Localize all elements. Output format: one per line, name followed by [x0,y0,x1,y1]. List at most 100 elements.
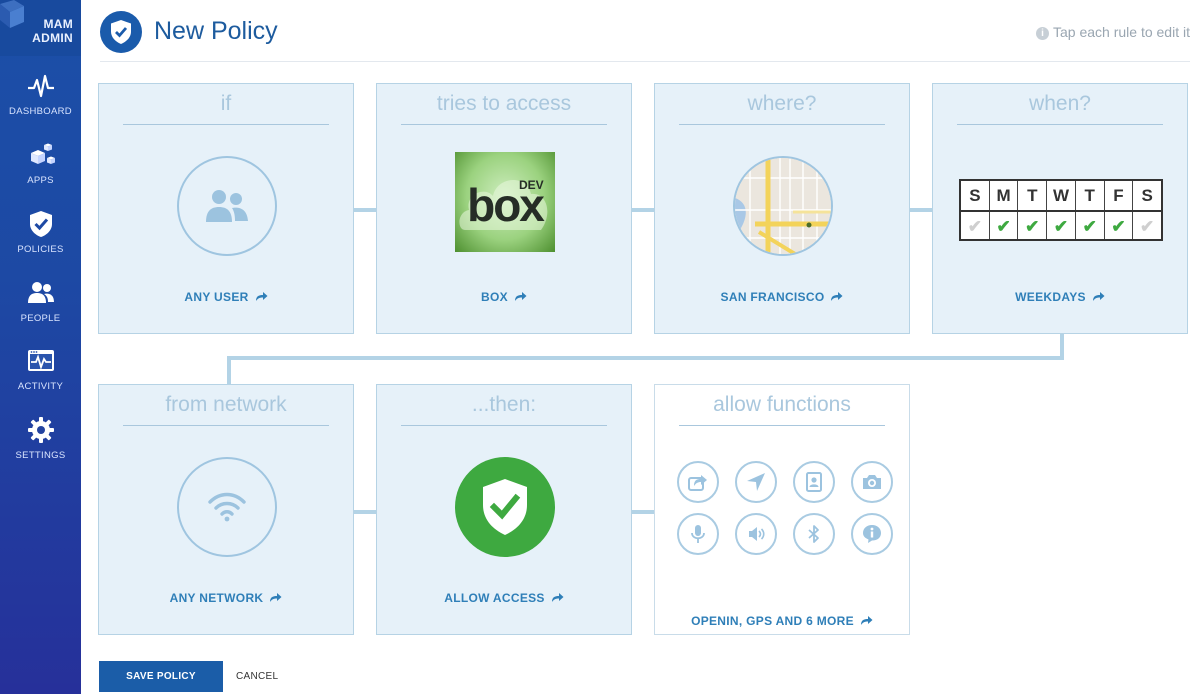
share-arrow-icon [255,292,268,301]
open-in-icon[interactable] [677,461,719,503]
nav-apps-label: APPS [27,175,54,186]
calendar-day-row: SMTWTFS [961,181,1161,210]
card-title: where? [747,92,817,115]
rule-card-network[interactable]: from network ANY NETWORK [98,384,354,635]
rule-card-location[interactable]: where? SAN FRANCISCO [654,83,910,334]
speaker-icon[interactable] [735,513,777,555]
calendar-day-0: S [969,186,981,205]
network-circle [177,457,277,557]
rule-card-app[interactable]: tries to access box DEV BOX [376,83,632,334]
nav-dashboard-label: DASHBOARD [9,106,72,117]
allow-badge [455,457,555,557]
connector [1060,333,1064,357]
gps-icon[interactable] [735,461,777,503]
rule-card-schedule[interactable]: when? SMTWTFS ✔ ✔ ✔ ✔ ✔ ✔ ✔ WEEKDAYS [932,83,1188,334]
calendar-check-row: ✔ ✔ ✔ ✔ ✔ ✔ ✔ [961,210,1161,239]
calendar-day-6: S [1132,181,1161,210]
monitor-activity-icon [27,350,54,371]
contacts-icon[interactable] [793,461,835,503]
card-label: SAN FRANCISCO [720,290,825,304]
page-header: New Policy i Tap each rule to edit it [100,0,1190,62]
share-arrow-icon [1092,292,1105,301]
nav-people[interactable]: PEOPLE [0,279,81,345]
page-title: New Policy [154,17,278,45]
connector [227,356,1064,360]
rule-card-action[interactable]: ...then: ALLOW ACCESS [376,384,632,635]
map-icon [735,158,831,254]
nav-settings[interactable]: SETTINGS [0,416,81,482]
divider [679,425,885,426]
cancel-button[interactable]: CANCEL [236,671,278,682]
weekday-calendar: SMTWTFS ✔ ✔ ✔ ✔ ✔ ✔ ✔ [959,179,1163,241]
check-icon: ✔ [1132,212,1161,239]
connector [632,510,655,514]
divider [123,124,329,125]
card-title: if [220,92,232,115]
gear-icon [27,417,54,443]
card-title: when? [1029,92,1091,115]
check-icon: ✔ [1074,212,1104,239]
share-arrow-icon [860,616,873,625]
card-label: BOX [481,290,508,304]
wifi-icon [208,492,246,522]
connector [632,208,655,212]
box-app-logo: box DEV [455,152,555,252]
brand-line1: MAM [43,17,73,31]
brand: MAM ADMIN [0,0,81,56]
divider [123,425,329,426]
save-policy-button[interactable]: SAVE POLICY [99,661,223,692]
bluetooth-icon[interactable] [793,513,835,555]
policy-badge [100,11,142,53]
calendar-day-4: T [1074,181,1104,210]
edit-hint-text: Tap each rule to edit it [1053,24,1190,40]
connector [227,356,231,385]
calendar-day-5: F [1103,181,1133,210]
people-icon [206,190,248,222]
nav-activity-label: ACTIVITY [17,381,64,392]
shield-check-icon [111,20,131,44]
divider [401,425,607,426]
share-arrow-icon [831,292,843,301]
nav-people-label: PEOPLE [20,313,61,324]
card-title: from network [165,393,287,416]
microphone-icon[interactable] [677,513,719,555]
card-title: allow functions [713,393,851,416]
connector [354,510,377,514]
nav-policies[interactable]: POLICIES [0,210,81,276]
divider [401,124,607,125]
check-icon: ✔ [988,212,1018,239]
card-label: ALLOW ACCESS [444,591,545,605]
share-arrow-icon [551,593,564,602]
card-title: tries to access [436,92,572,115]
divider [679,124,885,125]
info-icon[interactable] [851,513,893,555]
card-label: ANY USER [184,290,249,304]
calendar-day-2: T [1017,181,1046,210]
nav-policies-label: POLICIES [17,244,64,255]
nav-activity[interactable]: ACTIVITY [0,347,81,413]
cubes-icon [30,143,55,164]
card-label: OPENIN, GPS AND 6 MORE [691,614,854,628]
nav-apps[interactable]: APPS [0,141,81,207]
edit-hint: i Tap each rule to edit it [1036,24,1190,40]
rule-card-functions[interactable]: allow functions OPENIN, GPS AND 6 MORE [654,384,910,635]
connector [354,208,377,212]
rule-card-user[interactable]: if ANY USER [98,83,354,334]
connector [910,208,933,212]
box-logo-badge: DEV [519,178,544,192]
divider [957,124,1163,125]
share-arrow-icon [270,593,282,602]
check-icon: ✔ [1046,212,1075,239]
pulse-icon [27,74,54,98]
user-circle [177,156,277,256]
check-icon: ✔ [1103,212,1133,239]
nav-settings-label: SETTINGS [15,450,66,461]
info-icon: i [1036,27,1050,40]
shield-check-icon [483,479,527,535]
camera-icon[interactable] [851,461,893,503]
brand-line2: ADMIN [32,31,73,45]
card-label: WEEKDAYS [1015,290,1086,304]
check-icon: ✔ [967,217,982,236]
nav-dashboard[interactable]: DASHBOARD [0,72,81,138]
logo-cube-icon [0,0,24,28]
